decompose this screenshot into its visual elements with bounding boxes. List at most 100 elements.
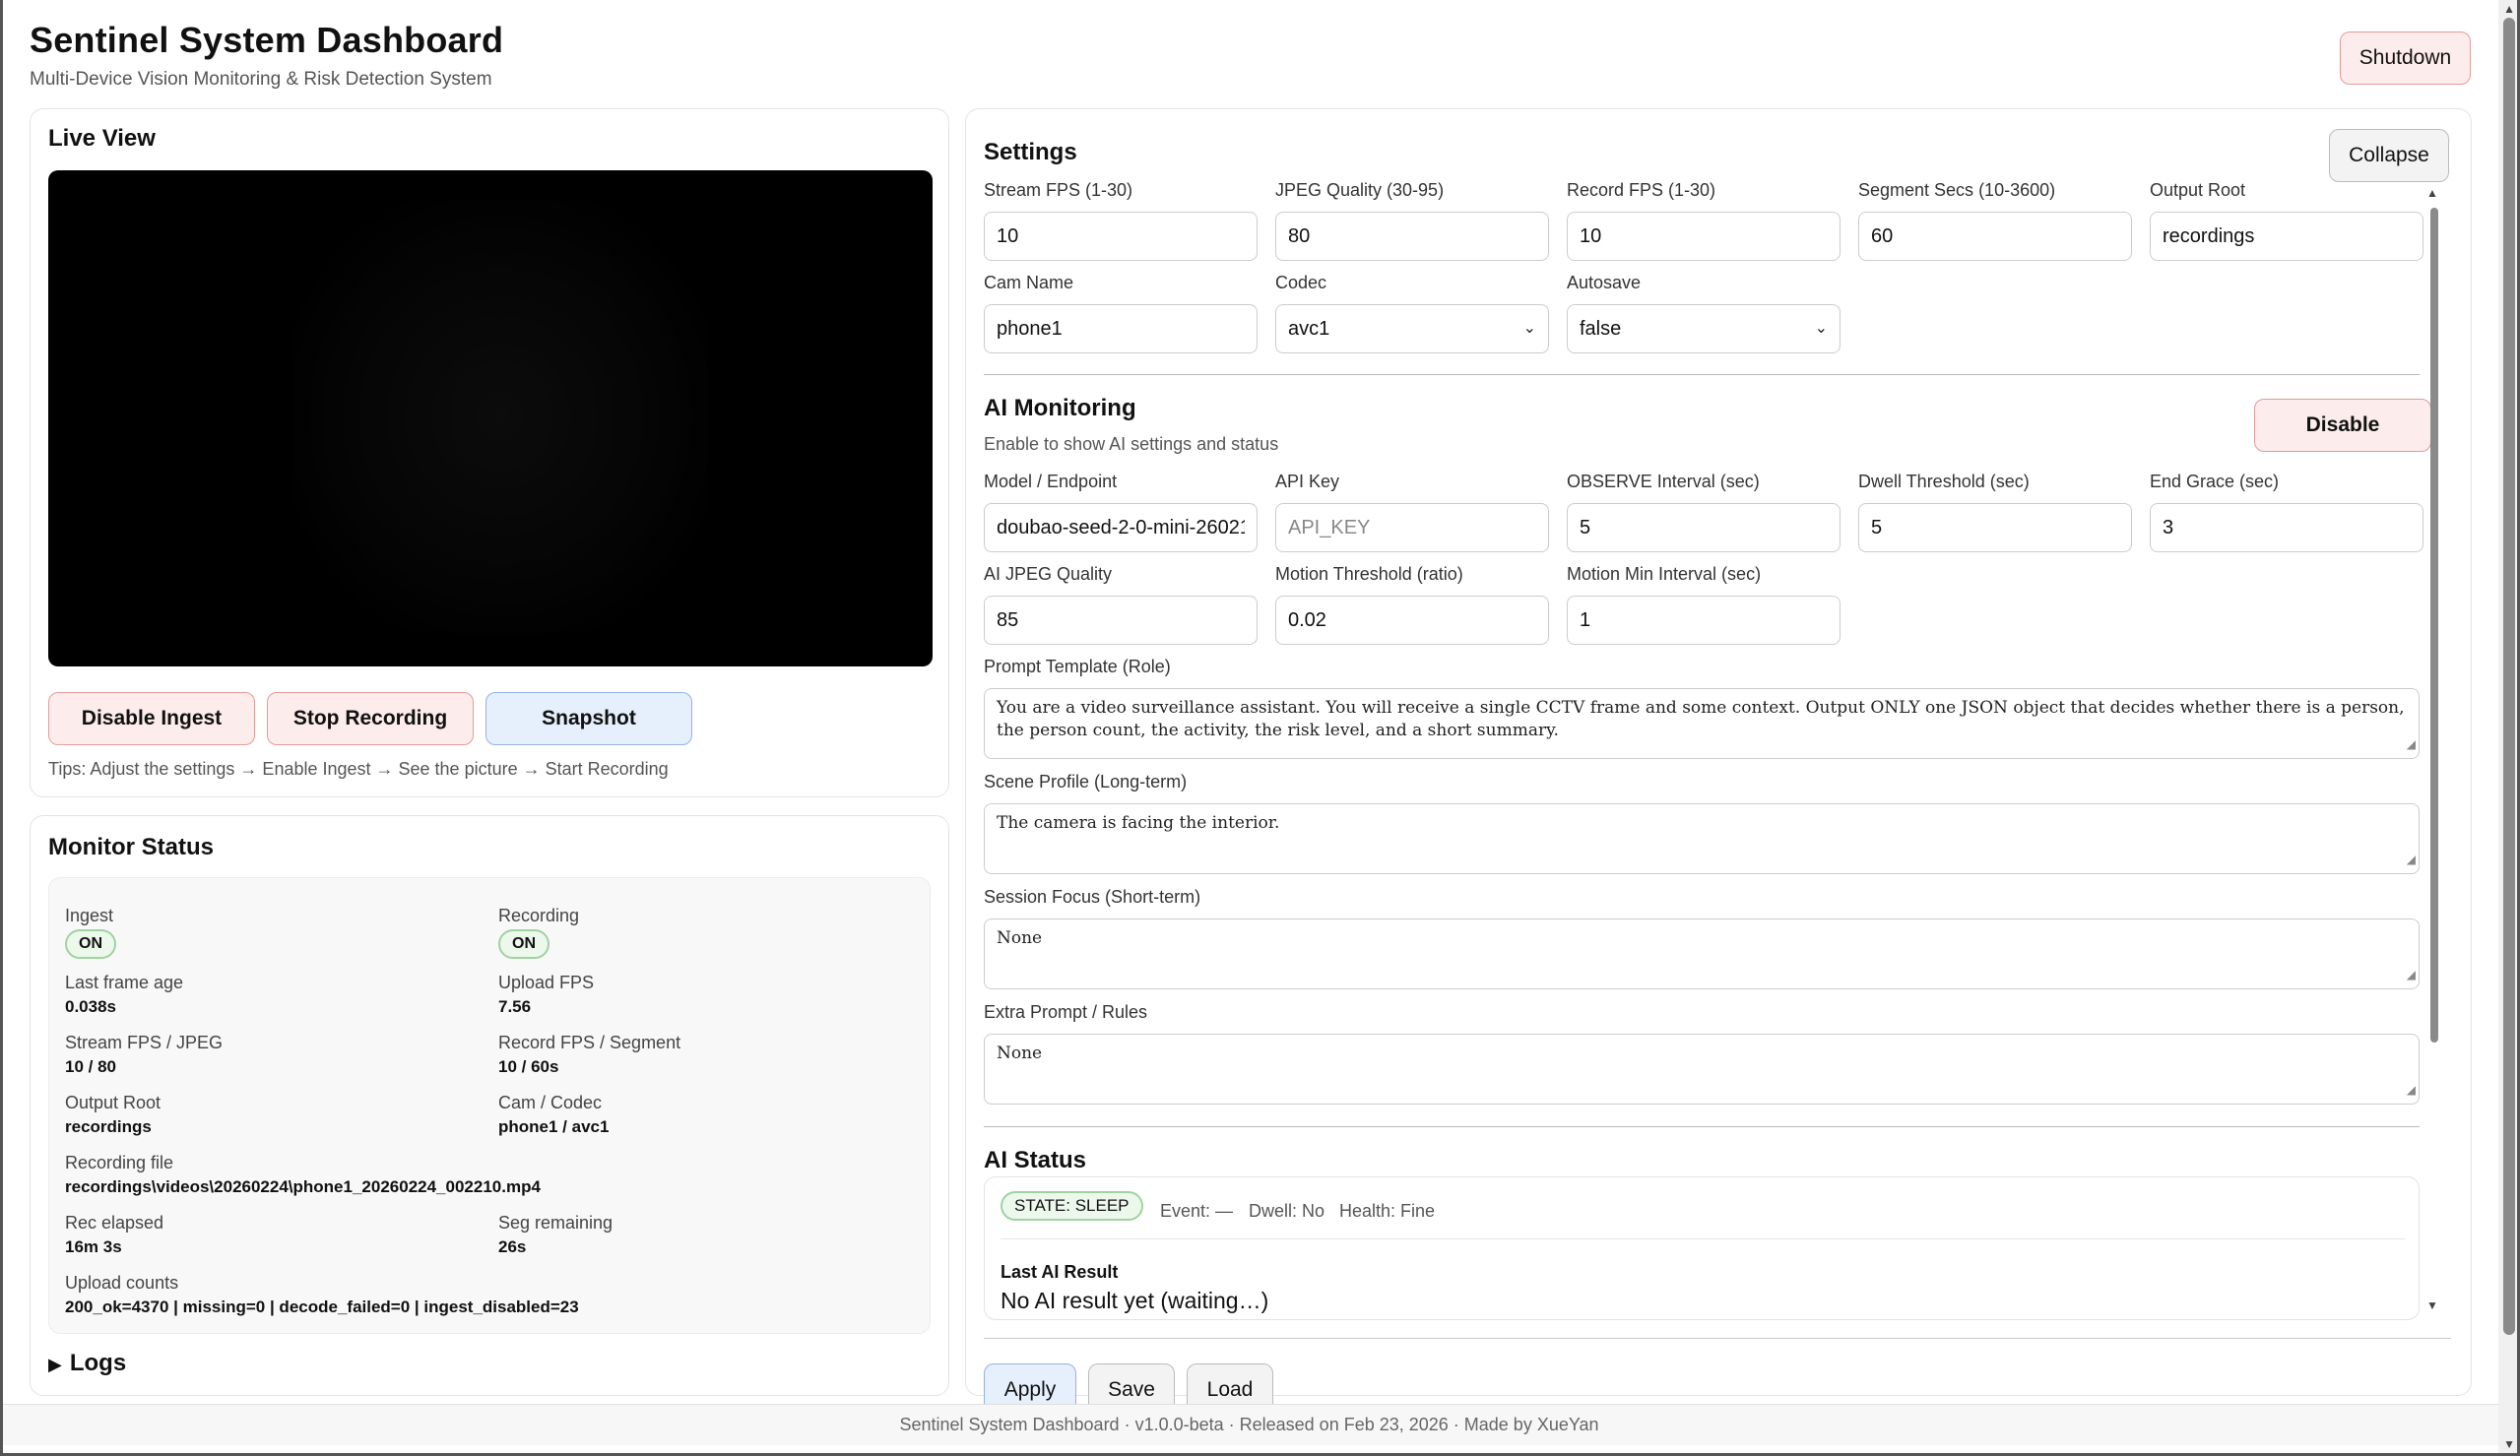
motion-threshold-input[interactable] [1275,596,1549,645]
footer: Sentinel System Dashboard · v1.0.0-beta … [0,1404,2498,1445]
ai-status-inner-divider [1001,1238,2405,1239]
app-subtitle: Multi-Device Vision Monitoring & Risk De… [30,69,492,91]
autosave-select[interactable]: false ⌄ [1567,304,1841,353]
extra-prompt-textarea[interactable]: None ◢ [984,1034,2420,1105]
cam-codec-value: phone1 / avc1 [498,1117,609,1137]
cam-name-label: Cam Name [984,273,1073,293]
output-root-value: recordings [65,1117,152,1137]
monitor-status-panel: Monitor Status Ingest ON Recording ON La… [30,815,949,1396]
upload-counts-value: 200_ok=4370 | missing=0 | decode_failed=… [65,1298,579,1317]
api-key-label: API Key [1275,472,1339,492]
segment-secs-label: Segment Secs (10-3600) [1858,180,2055,201]
codec-select[interactable]: avc1 ⌄ [1275,304,1549,353]
chevron-down-icon: ⌄ [1815,305,1828,352]
output-root-input[interactable] [2150,212,2423,261]
ai-status-divider [984,1126,2420,1127]
session-focus-textarea[interactable]: None ◢ [984,918,2420,989]
seg-remaining-label: Seg remaining [498,1213,613,1234]
cam-name-input[interactable] [984,304,1258,353]
page-scroll-up-icon[interactable]: ▲ [2503,2,2515,16]
logs-toggle[interactable]: ▶Logs [48,1350,126,1377]
stream-fps-label: Stream FPS (1-30) [984,180,1132,201]
last-frame-age-value: 0.038s [65,997,116,1017]
scene-profile-textarea[interactable]: The camera is facing the interior. ◢ [984,803,2420,874]
jpeg-quality-input[interactable] [1275,212,1549,261]
shutdown-button[interactable]: Shutdown [2340,32,2471,85]
ai-disable-button[interactable]: Disable [2254,399,2431,452]
scroll-up-arrow-icon[interactable]: ▲ [2426,186,2438,200]
stream-fps-jpeg-value: 10 / 80 [65,1057,116,1077]
disclosure-triangle-icon: ▶ [48,1355,62,1374]
settings-panel: Settings Collapse Stream FPS (1-30) JPEG… [965,108,2472,1396]
actions-divider [984,1338,2451,1339]
prompt-template-label: Prompt Template (Role) [984,657,1171,677]
observe-interval-label: OBSERVE Interval (sec) [1567,472,1760,492]
status-grid: Ingest ON Recording ON Last frame age 0.… [48,877,931,1334]
ai-jpeg-quality-input[interactable] [984,596,1258,645]
end-grace-label: End Grace (sec) [2150,472,2279,492]
ingest-status-badge: ON [65,929,116,959]
scroll-down-arrow-icon[interactable]: ▼ [2426,1298,2438,1312]
dwell-status: Dwell: No [1249,1201,1325,1222]
record-fps-input[interactable] [1567,212,1841,261]
ai-jpeg-quality-label: AI JPEG Quality [984,564,1112,585]
cam-codec-label: Cam / Codec [498,1093,602,1113]
dwell-threshold-input[interactable] [1858,503,2132,552]
recording-file-value: recordings\videos\20260224\phone1_202602… [65,1177,541,1197]
settings-scrollbar-thumb[interactable] [2430,208,2438,1043]
upload-fps-value: 7.56 [498,997,531,1017]
prompt-template-textarea[interactable]: You are a video surveillance assistant. … [984,688,2420,759]
seg-remaining-value: 26s [498,1237,526,1257]
video-feed [48,170,933,666]
segment-secs-input[interactable] [1858,212,2132,261]
codec-label: Codec [1275,273,1326,293]
record-fps-segment-label: Record FPS / Segment [498,1033,680,1053]
observe-interval-input[interactable] [1567,503,1841,552]
record-fps-label: Record FPS (1-30) [1567,180,1715,201]
stream-fps-input[interactable] [984,212,1258,261]
record-fps-segment-value: 10 / 60s [498,1057,558,1077]
output-root-label: Output Root [65,1093,161,1113]
monitor-status-title: Monitor Status [48,834,214,861]
page-scrollbar[interactable]: ▲ ▼ [2498,0,2520,1456]
motion-min-interval-input[interactable] [1567,596,1841,645]
settings-divider [984,374,2420,375]
event-status: Event: — [1160,1201,1233,1222]
collapse-button[interactable]: Collapse [2329,129,2449,182]
ingest-label: Ingest [65,906,113,926]
disable-ingest-button[interactable]: Disable Ingest [48,692,255,745]
resize-grip-icon[interactable]: ◢ [2407,964,2416,986]
upload-fps-label: Upload FPS [498,973,594,993]
upload-counts-label: Upload counts [65,1273,178,1294]
resize-grip-icon[interactable]: ◢ [2407,849,2416,871]
page-scrollbar-thumb[interactable] [2503,18,2515,1335]
motion-min-interval-label: Motion Min Interval (sec) [1567,564,1761,585]
ai-monitoring-title: AI Monitoring [984,395,1136,422]
model-endpoint-input[interactable] [984,503,1258,552]
resize-grip-icon[interactable]: ◢ [2407,733,2416,756]
stop-recording-button[interactable]: Stop Recording [267,692,474,745]
codec-selected-value: avc1 [1288,318,1329,340]
recording-file-label: Recording file [65,1153,173,1173]
model-endpoint-label: Model / Endpoint [984,472,1117,492]
ai-status-title: AI Status [984,1147,1086,1174]
session-focus-label: Session Focus (Short-term) [984,887,1200,908]
motion-threshold-label: Motion Threshold (ratio) [1275,564,1463,585]
prompt-template-text: You are a video surveillance assistant. … [997,698,2405,740]
last-ai-result-value: No AI result yet (waiting…) [1001,1288,1268,1314]
chevron-down-icon: ⌄ [1523,305,1536,352]
live-view-panel: Live View Disable Ingest Stop Recording … [30,108,949,797]
resize-grip-icon[interactable]: ◢ [2407,1079,2416,1102]
tips-text: Tips: Adjust the settings → Enable Inges… [48,759,669,780]
settings-title: Settings [984,139,1077,166]
end-grace-input[interactable] [2150,503,2423,552]
jpeg-quality-label: JPEG Quality (30-95) [1275,180,1444,201]
state-badge: STATE: SLEEP [1001,1191,1143,1221]
output-root-label: Output Root [2150,180,2245,201]
last-frame-age-label: Last frame age [65,973,183,993]
snapshot-button[interactable]: Snapshot [485,692,692,745]
extra-prompt-label: Extra Prompt / Rules [984,1002,1147,1023]
page-scroll-down-icon[interactable]: ▼ [2503,1437,2515,1451]
ai-monitoring-subtitle: Enable to show AI settings and status [984,434,1278,455]
api-key-input[interactable] [1275,503,1549,552]
